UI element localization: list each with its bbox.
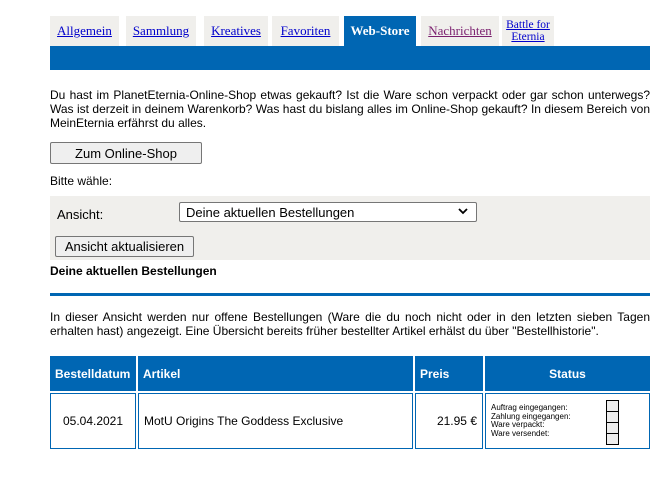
view-filter-panel: Ansicht: Deine aktuellen Bestellungen An… <box>50 196 650 260</box>
page-content: Allgemein Sammlung Kreatives Favoriten W… <box>50 0 650 451</box>
table-row: 05.04.2021 MotU Origins The Goddess Excl… <box>50 393 650 449</box>
tab-web-store-label: Web-Store <box>350 23 410 38</box>
status-lines: Auftrag eingegangen: Zahlung eingegangen… <box>491 403 644 438</box>
order-status: Auftrag eingegangen: Zahlung eingegangen… <box>485 393 650 449</box>
choose-label: Bitte wähle: <box>50 174 113 188</box>
orders-table: Bestelldatum Artikel Preis Status 05.04.… <box>48 354 652 451</box>
tab-kreatives[interactable]: Kreatives <box>204 16 268 46</box>
tab-battle-line2: Eternia <box>511 31 545 43</box>
tab-battle-line1: Battle for <box>506 19 550 31</box>
table-header-row: Bestelldatum Artikel Preis Status <box>50 356 650 391</box>
header-date: Bestelldatum <box>50 356 136 391</box>
tab-sammlung[interactable]: Sammlung <box>126 16 196 46</box>
status-line-shipped: Ware versendet: <box>491 428 550 438</box>
tab-sammlung-link[interactable]: Sammlung <box>133 23 189 39</box>
section-title: Deine aktuellen Bestellungen <box>50 264 217 278</box>
tab-nachrichten[interactable]: Nachrichten <box>421 16 499 46</box>
tab-underline-bar <box>50 46 650 70</box>
tab-bar: Allgemein Sammlung Kreatives Favoriten W… <box>50 0 650 46</box>
intro-text: Du hast im PlanetEternia-Online-Shop etw… <box>50 88 650 130</box>
header-status: Status <box>485 356 650 391</box>
header-price: Preis <box>415 356 483 391</box>
header-item: Artikel <box>138 356 413 391</box>
update-view-button[interactable]: Ansicht aktualisieren <box>55 236 194 257</box>
view-description: In dieser Ansicht werden nur offene Best… <box>50 310 650 338</box>
tab-allgemein[interactable]: Allgemein <box>50 16 119 46</box>
tab-nachrichten-link[interactable]: Nachrichten <box>428 23 492 39</box>
view-label: Ansicht: <box>57 207 104 222</box>
section-divider <box>50 293 650 296</box>
tab-battle-for-eternia[interactable]: Battle for Eternia <box>502 16 554 46</box>
tab-battle-for-eternia-link[interactable]: Battle for Eternia <box>506 19 550 43</box>
status-box-shipped <box>606 433 619 445</box>
tab-web-store[interactable]: Web-Store <box>344 16 416 46</box>
chevron-down-icon <box>458 206 468 219</box>
order-price: 21.95 € <box>415 393 483 449</box>
status-checkboxes <box>606 400 619 445</box>
tab-favoriten-link[interactable]: Favoriten <box>281 23 331 39</box>
view-select[interactable]: Deine aktuellen Bestellungen <box>179 202 477 222</box>
order-date: 05.04.2021 <box>50 393 136 449</box>
online-shop-button[interactable]: Zum Online-Shop <box>50 142 202 164</box>
tab-favoriten[interactable]: Favoriten <box>272 16 339 46</box>
view-select-value: Deine aktuellen Bestellungen <box>186 204 355 220</box>
order-item: MotU Origins The Goddess Exclusive <box>138 393 413 449</box>
tab-allgemein-link[interactable]: Allgemein <box>57 23 112 39</box>
tab-kreatives-link[interactable]: Kreatives <box>211 23 261 39</box>
